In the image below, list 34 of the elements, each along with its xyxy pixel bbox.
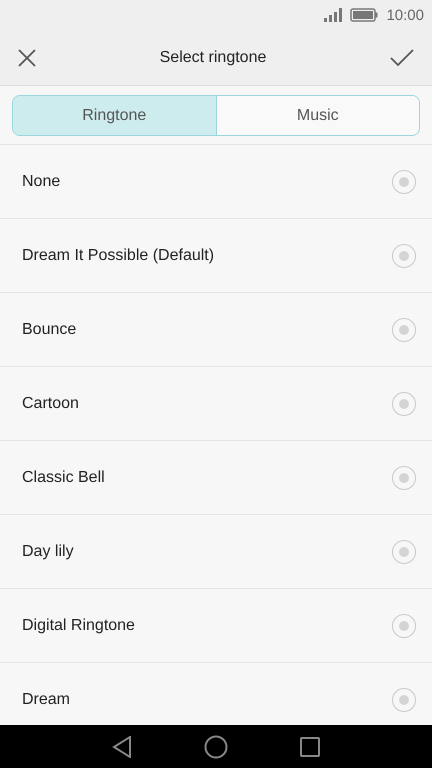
radio-button[interactable] xyxy=(392,170,416,194)
status-time: 10:00 xyxy=(386,6,424,24)
back-icon[interactable] xyxy=(112,736,132,758)
tab[interactable]: Music xyxy=(216,96,419,135)
ringtone-name: Cartoon xyxy=(22,394,79,412)
ringtone-name: Day lily xyxy=(22,542,74,560)
radio-button[interactable] xyxy=(392,540,416,564)
radio-button[interactable] xyxy=(392,244,416,268)
ringtone-item[interactable]: Bounce xyxy=(0,293,432,367)
ringtone-item[interactable]: Digital Ringtone xyxy=(0,589,432,663)
ringtone-item[interactable]: Cartoon xyxy=(0,367,432,441)
ringtone-item[interactable]: None xyxy=(0,145,432,219)
tab[interactable]: Ringtone xyxy=(13,96,216,135)
radio-button[interactable] xyxy=(392,614,416,638)
checkmark-icon xyxy=(390,48,414,66)
ringtone-item[interactable]: Day lily xyxy=(0,515,432,589)
recents-icon[interactable] xyxy=(300,736,320,756)
ringtone-name: Bounce xyxy=(22,320,76,338)
ringtone-name: Dream xyxy=(22,690,70,708)
radio-button[interactable] xyxy=(392,318,416,342)
signal-icon xyxy=(324,8,342,22)
close-icon xyxy=(18,48,36,66)
screen-title: Select ringtone xyxy=(160,48,266,66)
ringtone-name: Dream It Possible (Default) xyxy=(22,246,214,264)
ringtone-name: None xyxy=(22,172,60,190)
radio-button[interactable] xyxy=(392,688,416,712)
ringtone-item[interactable]: Classic Bell xyxy=(0,441,432,515)
ringtone-item[interactable]: Dream It Possible (Default) xyxy=(0,219,432,293)
home-icon[interactable] xyxy=(204,734,228,758)
radio-button[interactable] xyxy=(392,392,416,416)
ringtone-name: Digital Ringtone xyxy=(22,616,135,634)
ringtone-name: Classic Bell xyxy=(22,468,105,486)
battery-icon xyxy=(350,8,378,22)
radio-button[interactable] xyxy=(392,466,416,490)
